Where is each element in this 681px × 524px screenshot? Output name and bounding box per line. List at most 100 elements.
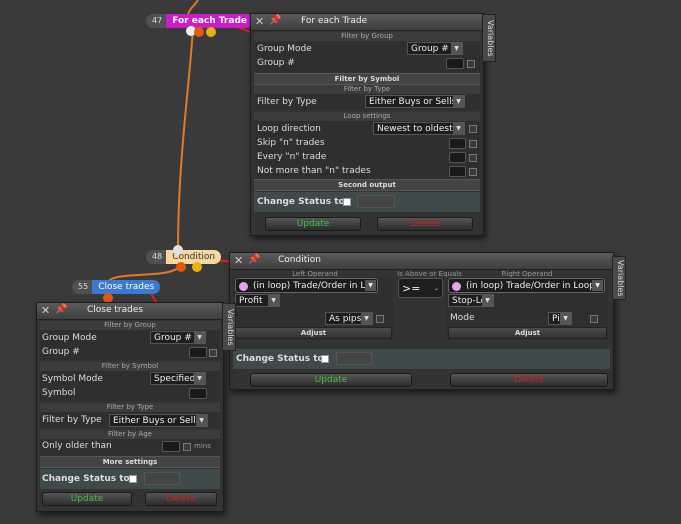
group-num-input[interactable] — [446, 58, 464, 69]
node-label: Close trades — [92, 280, 161, 294]
symbol-mode-label: Symbol Mode — [42, 374, 103, 384]
operator-select[interactable]: >= ⌄ — [398, 278, 443, 298]
loop-direction-checkbox[interactable] — [469, 125, 477, 133]
group-mode-select[interactable]: Group # ▼ — [150, 331, 206, 344]
output-connector-second[interactable] — [192, 262, 202, 272]
change-status-label: Change Status to — [257, 197, 345, 207]
skip-n-trades-checkbox[interactable] — [469, 140, 477, 148]
symbol-label: Symbol — [42, 388, 76, 398]
delete-button[interactable]: Delete — [377, 217, 473, 231]
pin-icon[interactable]: 📌 — [248, 254, 260, 265]
pin-icon[interactable]: 📌 — [55, 304, 67, 315]
change-status-input[interactable] — [144, 472, 180, 485]
filter-by-type-select[interactable]: Either Buys or Sells ▼ — [109, 414, 208, 427]
chevron-down-icon: ▼ — [453, 96, 464, 107]
group-mode-select[interactable]: Group # ▼ — [407, 42, 463, 55]
change-status-checkbox[interactable] — [129, 475, 137, 483]
skip-n-trades-label: Skip "n" trades — [257, 138, 325, 148]
node-for-each-trade[interactable]: 47 For each Trade — [146, 14, 253, 28]
section-filter-by-age: Filter by Age — [40, 430, 220, 439]
circle-icon — [452, 282, 461, 291]
change-status-checkbox[interactable] — [343, 198, 351, 206]
update-button[interactable]: Update — [250, 373, 412, 387]
variables-tab[interactable]: Variables — [612, 256, 626, 300]
change-status-checkbox[interactable] — [321, 355, 329, 363]
left-as-select[interactable]: As pips ▼ — [325, 312, 373, 325]
chevron-down-icon: ▼ — [482, 295, 493, 306]
only-older-than-input[interactable] — [162, 441, 180, 452]
group-num-checkbox[interactable] — [209, 349, 217, 357]
panel-titlebar[interactable]: ✕ 📌 Close trades — [37, 303, 223, 320]
update-button[interactable]: Update — [265, 217, 361, 231]
node-number: 55 — [72, 280, 93, 294]
node-close-trades[interactable]: 55 Close trades — [72, 280, 161, 294]
right-operand-select[interactable]: (in loop) Trade/Order in Loop ▼ — [448, 278, 605, 293]
every-n-trade-checkbox[interactable] — [469, 154, 477, 162]
panel-title: Close trades — [87, 305, 144, 315]
close-icon[interactable]: ✕ — [41, 304, 50, 317]
filter-by-type-select[interactable]: Either Buys or Sells ▼ — [365, 95, 465, 108]
change-status-input[interactable] — [336, 352, 372, 365]
variables-tab[interactable]: Variables — [482, 14, 496, 62]
group-num-checkbox[interactable] — [467, 60, 475, 68]
chevron-down-icon: ▼ — [194, 332, 205, 343]
right-property-select[interactable]: Stop-Loss ▼ — [448, 294, 494, 307]
chevron-down-icon: ▼ — [365, 280, 376, 291]
section-filter-by-symbol: Filter by Symbol — [40, 362, 220, 371]
panel-close-trades: ✕ 📌 Close trades Filter by Group Group M… — [36, 302, 224, 512]
chevron-down-icon: ▼ — [361, 313, 372, 324]
section-filter-by-type: Filter by Type — [254, 85, 480, 94]
not-more-than-checkbox[interactable] — [469, 168, 477, 176]
group-num-input[interactable] — [189, 347, 207, 358]
section-filter-by-type: Filter by Type — [40, 403, 220, 412]
variables-tab[interactable]: Variables — [222, 303, 236, 351]
delete-button[interactable]: Delete — [145, 492, 217, 506]
mode-select[interactable]: Pips▼ — [548, 312, 572, 325]
chevron-down-icon: ⌄ — [433, 285, 440, 292]
close-icon[interactable]: ✕ — [255, 15, 264, 28]
group-num-label: Group # — [42, 347, 80, 357]
every-n-trade-input[interactable] — [449, 152, 466, 163]
chevron-down-icon: ▼ — [453, 123, 464, 134]
only-older-than-checkbox[interactable] — [183, 443, 191, 451]
node-number: 47 — [146, 14, 167, 28]
output-connector-second[interactable] — [206, 27, 216, 37]
change-status-input[interactable] — [357, 195, 395, 208]
left-as-checkbox[interactable] — [376, 315, 384, 323]
section-filter-by-group: Filter by Group — [254, 32, 480, 41]
output-connector[interactable] — [176, 262, 186, 272]
change-status-label: Change Status to — [42, 474, 130, 484]
skip-n-trades-input[interactable] — [449, 138, 466, 149]
left-operand-select[interactable]: (in loop) Trade/Order in Loop ▼ — [235, 278, 378, 293]
node-label: For each Trade — [166, 14, 253, 28]
pin-icon[interactable]: 📌 — [269, 15, 281, 26]
loop-direction-select[interactable]: Newest to oldest ▼ — [373, 122, 465, 135]
input-connector[interactable] — [173, 245, 183, 255]
only-older-than-label: Only older than — [42, 441, 112, 451]
left-adjust-button[interactable]: Adjust — [235, 327, 392, 339]
chevron-down-icon: ▼ — [194, 373, 205, 384]
right-adjust-button[interactable]: Adjust — [448, 327, 607, 339]
every-n-trade-label: Every "n" trade — [257, 152, 327, 162]
delete-button[interactable]: Delete — [450, 373, 608, 387]
symbol-input[interactable] — [189, 388, 207, 399]
update-button[interactable]: Update — [42, 492, 132, 506]
filter-by-type-label: Filter by Type — [42, 415, 102, 425]
filter-by-type-label: Filter by Type — [257, 97, 317, 107]
close-icon[interactable]: ✕ — [234, 254, 243, 267]
output-connector[interactable] — [194, 27, 204, 37]
section-loop-settings: Loop settings — [254, 112, 480, 121]
chevron-down-icon: ▼ — [592, 280, 603, 291]
section-filter-by-group: Filter by Group — [40, 321, 220, 330]
not-more-than-input[interactable] — [449, 166, 466, 177]
panel-condition: ✕ 📌 Condition Left Operand Is Above or E… — [229, 252, 614, 390]
not-more-than-label: Not more than "n" trades — [257, 166, 371, 176]
mode-checkbox[interactable] — [590, 315, 598, 323]
panel-titlebar[interactable]: ✕ 📌 Condition — [230, 253, 613, 270]
left-property-select[interactable]: Profit ▼ — [235, 294, 280, 307]
symbol-mode-select[interactable]: Specified ▼ — [150, 372, 206, 385]
panel-title: For each Trade — [301, 16, 368, 26]
loop-direction-label: Loop direction — [257, 124, 321, 134]
panel-titlebar[interactable]: ✕ 📌 For each Trade — [251, 14, 483, 31]
panel-title: Condition — [278, 255, 321, 265]
